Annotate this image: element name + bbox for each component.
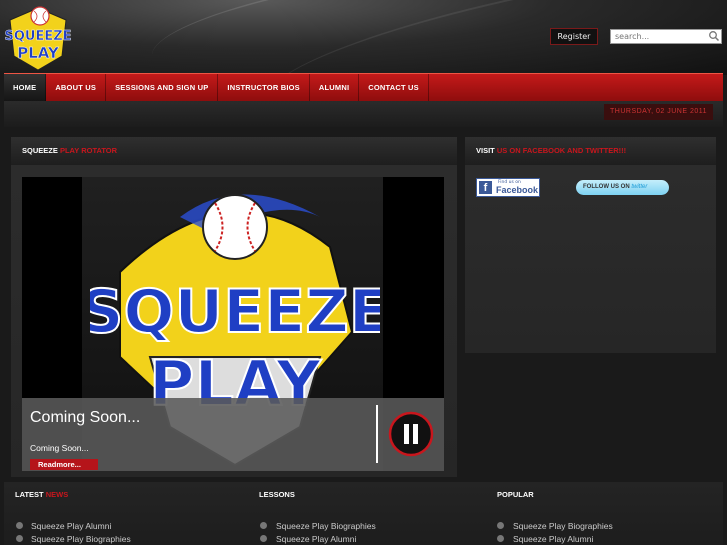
facebook-big-text: Facebook [496, 185, 539, 195]
nav-alumni[interactable]: ALUMNI [310, 74, 360, 101]
search-input[interactable] [610, 29, 722, 44]
caption-text: Coming Soon... [30, 443, 89, 453]
main-nav: HOME ABOUT US SESSIONS AND SIGN UP INSTR… [4, 73, 723, 101]
search-icon[interactable] [708, 30, 720, 42]
pause-icon[interactable] [388, 411, 434, 457]
facebook-button[interactable]: f Find us on Facebook [476, 178, 540, 197]
nav-contact-us[interactable]: CONTACT US [359, 74, 429, 101]
register-button[interactable]: Register [550, 28, 598, 45]
lessons-item[interactable]: Squeeze Play Alumni [276, 534, 356, 544]
logo-text-bottom: PLAY [17, 44, 60, 62]
social-heading-white: VISIT [476, 146, 495, 155]
logo-text-top: SQUEEZE [4, 29, 71, 44]
popular-item[interactable]: Squeeze Play Alumni [513, 534, 593, 544]
readmore-button[interactable]: Readmore... [30, 459, 98, 470]
bullet-icon [260, 535, 267, 542]
rotator-heading: SQUEEZE PLAY ROTATOR [11, 137, 457, 165]
popular-item[interactable]: Squeeze Play Biographies [513, 521, 613, 531]
site-logo[interactable]: SQUEEZE PLAY [4, 2, 72, 72]
popular-heading: POPULAR [497, 490, 534, 499]
social-heading-red: US ON FACEBOOK AND TWITTER!!! [496, 146, 627, 155]
twitter-button[interactable]: FOLLOW US ON twitter [576, 180, 669, 195]
latest-heading-white: LATEST [15, 490, 44, 499]
lessons-item[interactable]: Squeeze Play Biographies [276, 521, 376, 531]
twitter-label: FOLLOW US ON [583, 184, 630, 190]
rotator-logo-squeeze: SQUEEZE [90, 277, 380, 347]
nav-instructor-bios[interactable]: INSTRUCTOR BIOS [218, 74, 310, 101]
latest-news-item[interactable]: Squeeze Play Alumni [31, 521, 111, 531]
latest-news-item[interactable]: Squeeze Play Biographies [31, 534, 131, 544]
caption-title: Coming Soon... [30, 409, 141, 426]
bullet-icon [16, 535, 23, 542]
nav-about-us[interactable]: ABOUT US [46, 74, 107, 101]
bullet-icon [497, 535, 504, 542]
latest-heading-red: NEWS [45, 490, 69, 499]
bullet-icon [497, 522, 504, 529]
rotator-heading-white: SQUEEZE [22, 146, 58, 155]
caption-divider [376, 405, 378, 463]
lessons-heading: LESSONS [259, 490, 295, 499]
bullet-icon [16, 522, 23, 529]
social-heading: VISIT US ON FACEBOOK AND TWITTER!!! [465, 137, 716, 165]
nav-sessions-and-sign-up[interactable]: SESSIONS AND SIGN UP [106, 74, 219, 101]
bullet-icon [260, 522, 267, 529]
facebook-icon: f [479, 181, 492, 194]
rotator-heading-red: PLAY ROTATOR [59, 146, 118, 155]
current-date: THURSDAY, 02 JUNE 2011 [604, 104, 713, 120]
latest-news-heading: LATEST NEWS [15, 482, 68, 508]
nav-home[interactable]: HOME [4, 74, 47, 101]
twitter-brand: twitter [631, 184, 648, 190]
